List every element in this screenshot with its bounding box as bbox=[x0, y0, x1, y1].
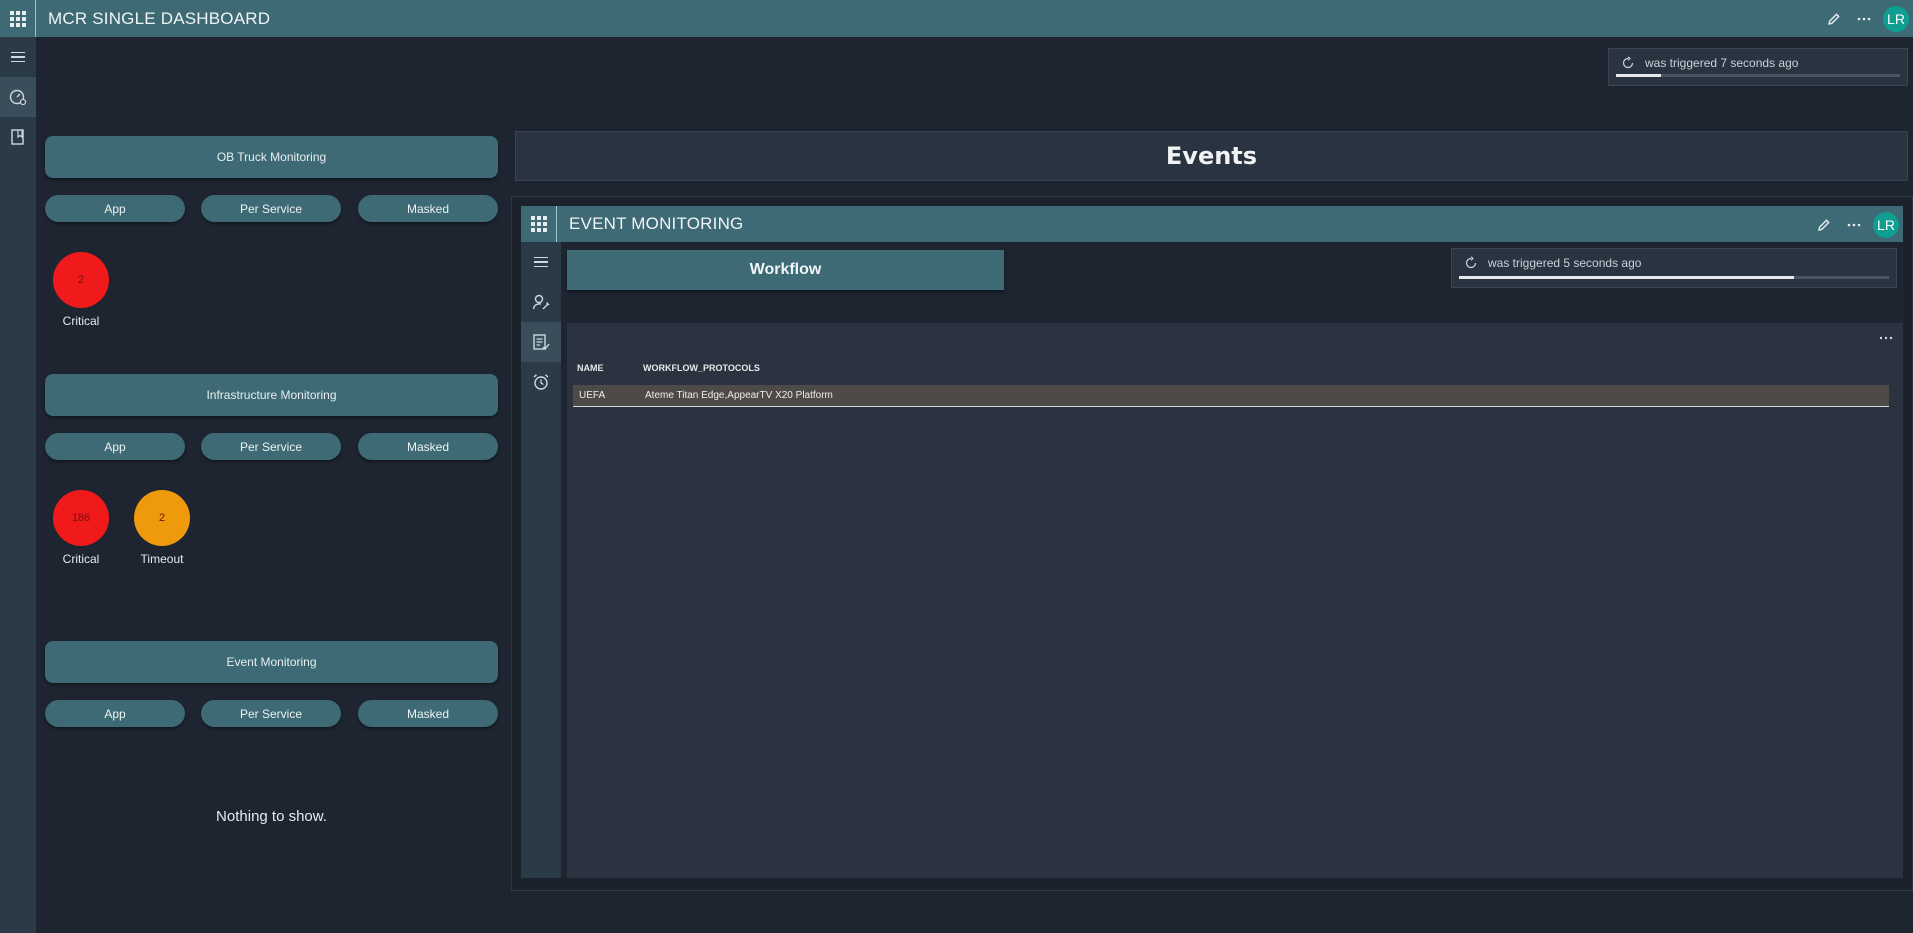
apps-grid-icon[interactable] bbox=[521, 206, 557, 242]
refresh-icon[interactable] bbox=[1621, 56, 1635, 70]
cell-workflow-protocols: Ateme Titan Edge,AppearTV X20 Platform bbox=[645, 390, 833, 401]
empty-state-text: Nothing to show. bbox=[216, 808, 327, 825]
apps-grid-icon[interactable] bbox=[0, 0, 36, 37]
menu-toggle[interactable] bbox=[521, 242, 561, 282]
event-per-service-button[interactable]: Per Service bbox=[201, 700, 341, 727]
embedded-top-bar: EVENT MONITORING LR bbox=[521, 206, 1903, 242]
event-app-button[interactable]: App bbox=[45, 700, 185, 727]
status-label: Critical bbox=[62, 552, 100, 566]
left-rail bbox=[0, 37, 36, 933]
infra-critical-status[interactable]: 186 Critical bbox=[46, 490, 116, 566]
ob-truck-critical-status[interactable]: 2 Critical bbox=[46, 252, 116, 328]
rail-item-dashboard[interactable] bbox=[0, 77, 36, 117]
workflow-table-panel: NAME WORKFLOW_PROTOCOLS UEFA Ateme Titan… bbox=[567, 323, 1903, 878]
ob-truck-masked-button[interactable]: Masked bbox=[358, 195, 498, 222]
trigger-text: was triggered 5 seconds ago bbox=[1488, 256, 1642, 270]
bookmark-icon bbox=[11, 129, 24, 145]
alarm-clock-icon bbox=[533, 374, 549, 390]
hamburger-icon bbox=[11, 49, 25, 66]
app-title: MCR SINGLE DASHBOARD bbox=[48, 8, 271, 28]
edit-icon[interactable] bbox=[1809, 206, 1839, 243]
rail-item-alarm[interactable] bbox=[521, 362, 561, 402]
user-avatar[interactable]: LR bbox=[1883, 5, 1909, 32]
more-options-icon[interactable] bbox=[1849, 0, 1879, 37]
dashboard-gauge-icon bbox=[9, 89, 27, 106]
critical-count-circle: 2 bbox=[53, 252, 109, 308]
user-wrench-icon bbox=[532, 294, 550, 310]
embedded-app-title: EVENT MONITORING bbox=[569, 214, 744, 233]
refresh-icon[interactable] bbox=[1464, 256, 1478, 270]
event-masked-button[interactable]: Masked bbox=[358, 700, 498, 727]
menu-toggle[interactable] bbox=[0, 37, 36, 77]
embedded-main-content: Workflow was triggered 5 seconds ago NAM… bbox=[561, 242, 1903, 878]
ob-truck-monitoring-button[interactable]: OB Truck Monitoring bbox=[45, 136, 498, 178]
status-label: Timeout bbox=[140, 552, 184, 566]
ob-truck-app-button[interactable]: App bbox=[45, 195, 185, 222]
table-header: NAME WORKFLOW_PROTOCOLS bbox=[573, 363, 1889, 379]
trigger-progress-bar bbox=[1459, 276, 1889, 279]
hamburger-icon bbox=[534, 254, 548, 271]
events-header: Events bbox=[515, 131, 1908, 181]
top-bar: MCR SINGLE DASHBOARD LR bbox=[0, 0, 1913, 37]
user-avatar[interactable]: LR bbox=[1873, 211, 1899, 238]
trigger-progress-bar bbox=[1616, 74, 1900, 77]
table-more-options-icon[interactable] bbox=[1879, 327, 1893, 343]
infrastructure-monitoring-button[interactable]: Infrastructure Monitoring bbox=[45, 374, 498, 416]
rail-item-list[interactable] bbox=[521, 322, 561, 362]
rail-item-user-settings[interactable] bbox=[521, 282, 561, 322]
infra-masked-button[interactable]: Masked bbox=[358, 433, 498, 460]
table-row[interactable]: UEFA Ateme Titan Edge,AppearTV X20 Platf… bbox=[573, 385, 1889, 407]
list-check-icon bbox=[533, 334, 550, 351]
column-header-workflow-protocols[interactable]: WORKFLOW_PROTOCOLS bbox=[643, 363, 1889, 379]
status-label: Critical bbox=[62, 314, 100, 328]
critical-count-circle: 186 bbox=[53, 490, 109, 546]
timeout-count-circle: 2 bbox=[134, 490, 190, 546]
cell-name: UEFA bbox=[579, 390, 606, 401]
ob-truck-per-service-button[interactable]: Per Service bbox=[201, 195, 341, 222]
event-monitoring-button[interactable]: Event Monitoring bbox=[45, 641, 498, 683]
infra-timeout-status[interactable]: 2 Timeout bbox=[127, 490, 197, 566]
workflow-button[interactable]: Workflow bbox=[567, 250, 1004, 290]
trigger-status-main: was triggered 7 seconds ago bbox=[1608, 48, 1908, 86]
trigger-text: was triggered 7 seconds ago bbox=[1645, 56, 1799, 70]
embedded-event-monitoring-app: EVENT MONITORING LR Workflow was trigger… bbox=[511, 196, 1913, 891]
more-options-icon[interactable] bbox=[1839, 206, 1869, 243]
edit-icon[interactable] bbox=[1819, 0, 1849, 37]
infra-per-service-button[interactable]: Per Service bbox=[201, 433, 341, 460]
embedded-left-rail bbox=[521, 242, 561, 878]
infra-app-button[interactable]: App bbox=[45, 433, 185, 460]
trigger-status-embedded: was triggered 5 seconds ago bbox=[1451, 248, 1897, 288]
column-header-name[interactable]: NAME bbox=[573, 363, 643, 379]
rail-item-bookmarks[interactable] bbox=[0, 117, 36, 157]
